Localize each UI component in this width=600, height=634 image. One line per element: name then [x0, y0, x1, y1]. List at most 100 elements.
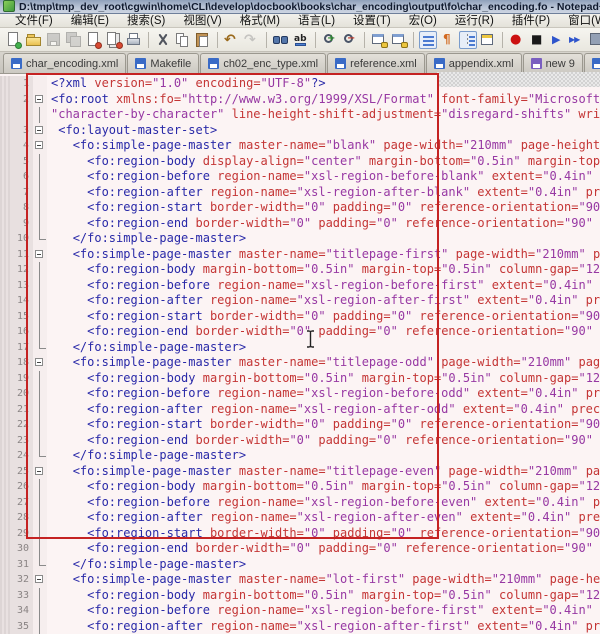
- code-line[interactable]: 13 <fo:region-before region-name="xsl-re…: [0, 277, 600, 293]
- code-line[interactable]: "character-by-character" line-height-shi…: [0, 107, 600, 123]
- menu-item-4[interactable]: 格式(M): [231, 14, 289, 28]
- menu-item-2[interactable]: 搜索(S): [118, 14, 174, 28]
- code-line[interactable]: 18 <fo:simple-page-master master-name="t…: [0, 355, 600, 371]
- zoom-out-icon[interactable]: [341, 31, 359, 49]
- code-line[interactable]: 20 <fo:region-before region-name="xsl-re…: [0, 386, 600, 402]
- tab-Makefile[interactable]: Makefile: [127, 53, 200, 73]
- tab-label: char_encoding.xml: [26, 57, 119, 70]
- line-number: 21: [10, 401, 33, 417]
- tab-new-9[interactable]: new 9: [522, 53, 583, 73]
- fold-collapse-icon[interactable]: [33, 138, 47, 154]
- menu-item-1[interactable]: 编辑(E): [62, 14, 118, 28]
- code-line[interactable]: 28 <fo:region-after region-name="xsl-reg…: [0, 510, 600, 526]
- code-line[interactable]: 30 <fo:region-end border-width="0" paddi…: [0, 541, 600, 557]
- find-icon[interactable]: [272, 31, 290, 49]
- line-number: 20: [10, 386, 33, 402]
- tab-ch03_faq-xml[interactable]: ch03_faq.xml: [583, 53, 600, 73]
- code-text: <fo:region-start border-width="0" paddin…: [87, 308, 600, 323]
- code-line[interactable]: 19 <fo:region-body margin-bottom="0.5in"…: [0, 370, 600, 386]
- replace-icon[interactable]: [292, 31, 310, 49]
- code-line[interactable]: 35 <fo:region-after region-name="xsl-reg…: [0, 618, 600, 634]
- code-line[interactable]: 29 <fo:region-start border-width="0" pad…: [0, 525, 600, 541]
- code-line[interactable]: 27 <fo:region-before region-name="xsl-re…: [0, 494, 600, 510]
- bookmark-margin: [0, 618, 10, 634]
- bookmark-margin: [0, 324, 10, 340]
- menu-item-7[interactable]: 宏(O): [400, 14, 446, 28]
- menu-item-9[interactable]: 插件(P): [503, 14, 559, 28]
- code-line[interactable]: 7 <fo:region-after region-name="xsl-regi…: [0, 184, 600, 200]
- copy-icon[interactable]: [174, 31, 192, 49]
- fold-collapse-icon[interactable]: [33, 572, 47, 588]
- code-line[interactable]: 26 <fo:region-body margin-bottom="0.5in"…: [0, 479, 600, 495]
- code-line[interactable]: 25 <fo:simple-page-master master-name="t…: [0, 463, 600, 479]
- code-text: <fo:region-body margin-bottom="0.5in" ma…: [87, 262, 600, 276]
- close-all-icon[interactable]: [105, 31, 123, 49]
- word-wrap-icon[interactable]: [419, 30, 437, 49]
- toolbar-separator: [413, 31, 414, 48]
- save-all-icon[interactable]: [65, 31, 83, 49]
- save-icon[interactable]: [45, 31, 63, 49]
- macro-save-icon[interactable]: [588, 31, 600, 49]
- code-line[interactable]: 32 <fo:simple-page-master master-name="l…: [0, 572, 600, 588]
- macro-playback-icon[interactable]: [548, 31, 566, 49]
- menu-item-0[interactable]: 文件(F): [6, 14, 62, 28]
- code-line[interactable]: 23 <fo:region-end border-width="0" paddi…: [0, 432, 600, 448]
- sync-horizontal-icon[interactable]: [390, 31, 408, 49]
- code-line[interactable]: 4 <fo:simple-page-master master-name="bl…: [0, 138, 600, 154]
- code-text: <fo:region-after region-name="xsl-region…: [87, 184, 600, 199]
- zoom-in-icon[interactable]: [321, 31, 339, 49]
- code-line[interactable]: 15 <fo:region-start border-width="0" pad…: [0, 308, 600, 324]
- menu-item-6[interactable]: 设置(T): [344, 14, 400, 28]
- fold-collapse-icon[interactable]: [33, 355, 47, 371]
- tab-char_encoding-xml[interactable]: char_encoding.xml: [3, 53, 127, 73]
- code-line[interactable]: 31 </fo:simple-page-master>: [0, 556, 600, 572]
- code-line[interactable]: 14 <fo:region-after region-name="xsl-reg…: [0, 293, 600, 309]
- menu-item-5[interactable]: 语言(L): [289, 14, 344, 28]
- fold-collapse-icon[interactable]: [33, 246, 47, 262]
- fold-collapse-icon[interactable]: [33, 122, 47, 138]
- code-line[interactable]: 2 <fo:root xmlns:fo="http://www.w3.org/19…: [0, 91, 600, 107]
- macro-run-multiple-icon[interactable]: [568, 31, 586, 49]
- code-text: <fo:region-after region-name="xsl-region…: [87, 401, 600, 416]
- code-line[interactable]: 11 <fo:simple-page-master master-name="t…: [0, 246, 600, 262]
- user-defined-dialog-icon[interactable]: [479, 31, 497, 49]
- new-file-icon[interactable]: [5, 31, 23, 49]
- print-icon[interactable]: [125, 31, 143, 49]
- code-line[interactable]: 24 </fo:simple-page-master>: [0, 448, 600, 464]
- code-line[interactable]: 8 <fo:region-start border-width="0" padd…: [0, 200, 600, 216]
- show-all-characters-icon[interactable]: [439, 31, 457, 49]
- code-line[interactable]: 33 <fo:region-body margin-bottom="0.5in"…: [0, 587, 600, 603]
- code-line[interactable]: 3 <fo:layout-master-set>: [0, 122, 600, 138]
- editor-area[interactable]: 1 <?xml version="1.0" encoding="UTF-8"?> 2…: [0, 74, 600, 634]
- code-line[interactable]: 9 <fo:region-end border-width="0" paddin…: [0, 215, 600, 231]
- fold-margin: [33, 107, 47, 123]
- code-line[interactable]: 6 <fo:region-before region-name="xsl-reg…: [0, 169, 600, 185]
- menu-item-10[interactable]: 窗口(W): [559, 14, 600, 28]
- code-line[interactable]: 34 <fo:region-before region-name="xsl-re…: [0, 603, 600, 619]
- sync-vertical-icon[interactable]: [370, 31, 388, 49]
- macro-record-icon[interactable]: [508, 31, 526, 49]
- show-indent-guide-icon[interactable]: [459, 30, 477, 49]
- fold-collapse-icon[interactable]: [33, 463, 47, 479]
- code-line[interactable]: 16 <fo:region-end border-width="0" paddi…: [0, 324, 600, 340]
- close-icon[interactable]: [85, 31, 103, 49]
- code-line[interactable]: 22 <fo:region-start border-width="0" pad…: [0, 417, 600, 433]
- code-line[interactable]: 17 </fo:simple-page-master>: [0, 339, 600, 355]
- toolbar-separator: [217, 31, 218, 48]
- fold-collapse-icon[interactable]: [33, 91, 47, 107]
- code-line[interactable]: 12 <fo:region-body margin-bottom="0.5in"…: [0, 262, 600, 278]
- code-line[interactable]: 10 </fo:simple-page-master>: [0, 231, 600, 247]
- code-line[interactable]: 21 <fo:region-after region-name="xsl-reg…: [0, 401, 600, 417]
- menu-item-8[interactable]: 运行(R): [446, 14, 503, 28]
- open-file-icon[interactable]: [25, 31, 43, 49]
- tab-reference-xml[interactable]: reference.xml: [327, 53, 425, 73]
- tab-appendix-xml[interactable]: appendix.xml: [425, 53, 522, 73]
- cut-icon[interactable]: [154, 31, 172, 49]
- tab-ch02_enc_type-xml[interactable]: ch02_enc_type.xml: [200, 53, 327, 73]
- paste-icon[interactable]: [194, 31, 212, 49]
- undo-icon[interactable]: [223, 31, 241, 49]
- code-line[interactable]: 5 <fo:region-body display-align="center"…: [0, 153, 600, 169]
- macro-stop-icon[interactable]: [528, 31, 546, 49]
- menu-item-3[interactable]: 视图(V): [174, 14, 230, 28]
- redo-icon[interactable]: [243, 31, 261, 49]
